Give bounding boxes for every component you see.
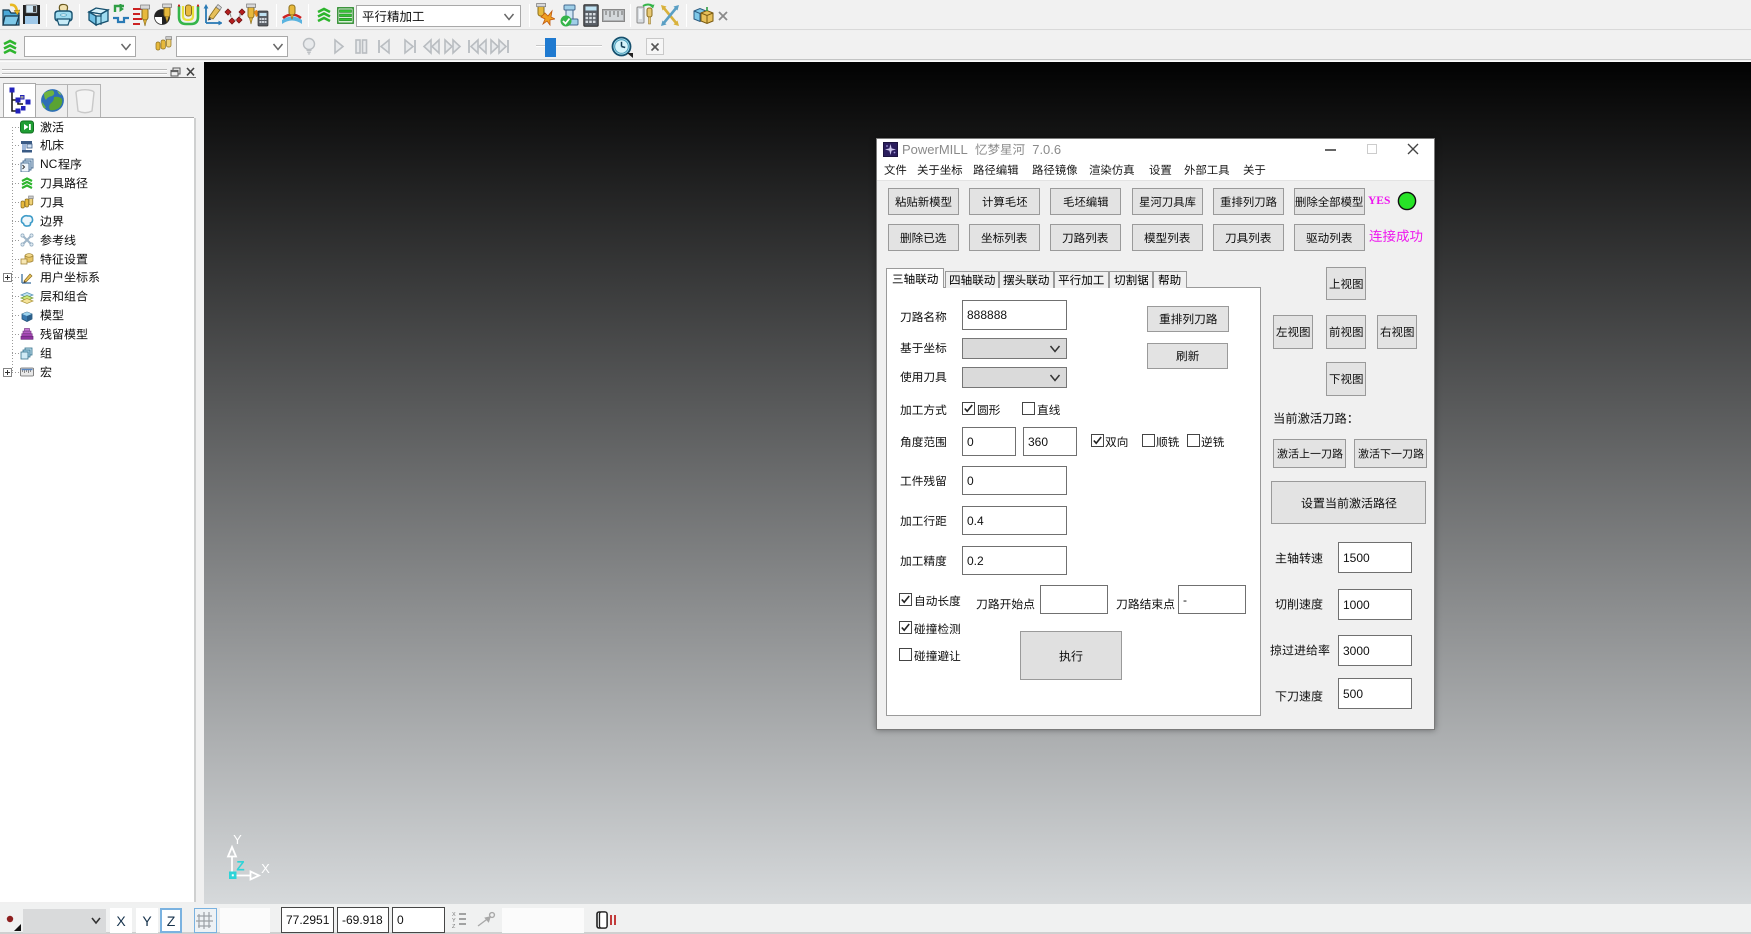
svg-text:X: X [261, 861, 270, 876]
svg-text:Z: Z [452, 924, 456, 929]
svg-text:Z: Z [236, 859, 244, 874]
svg-text:Y: Y [233, 832, 242, 847]
